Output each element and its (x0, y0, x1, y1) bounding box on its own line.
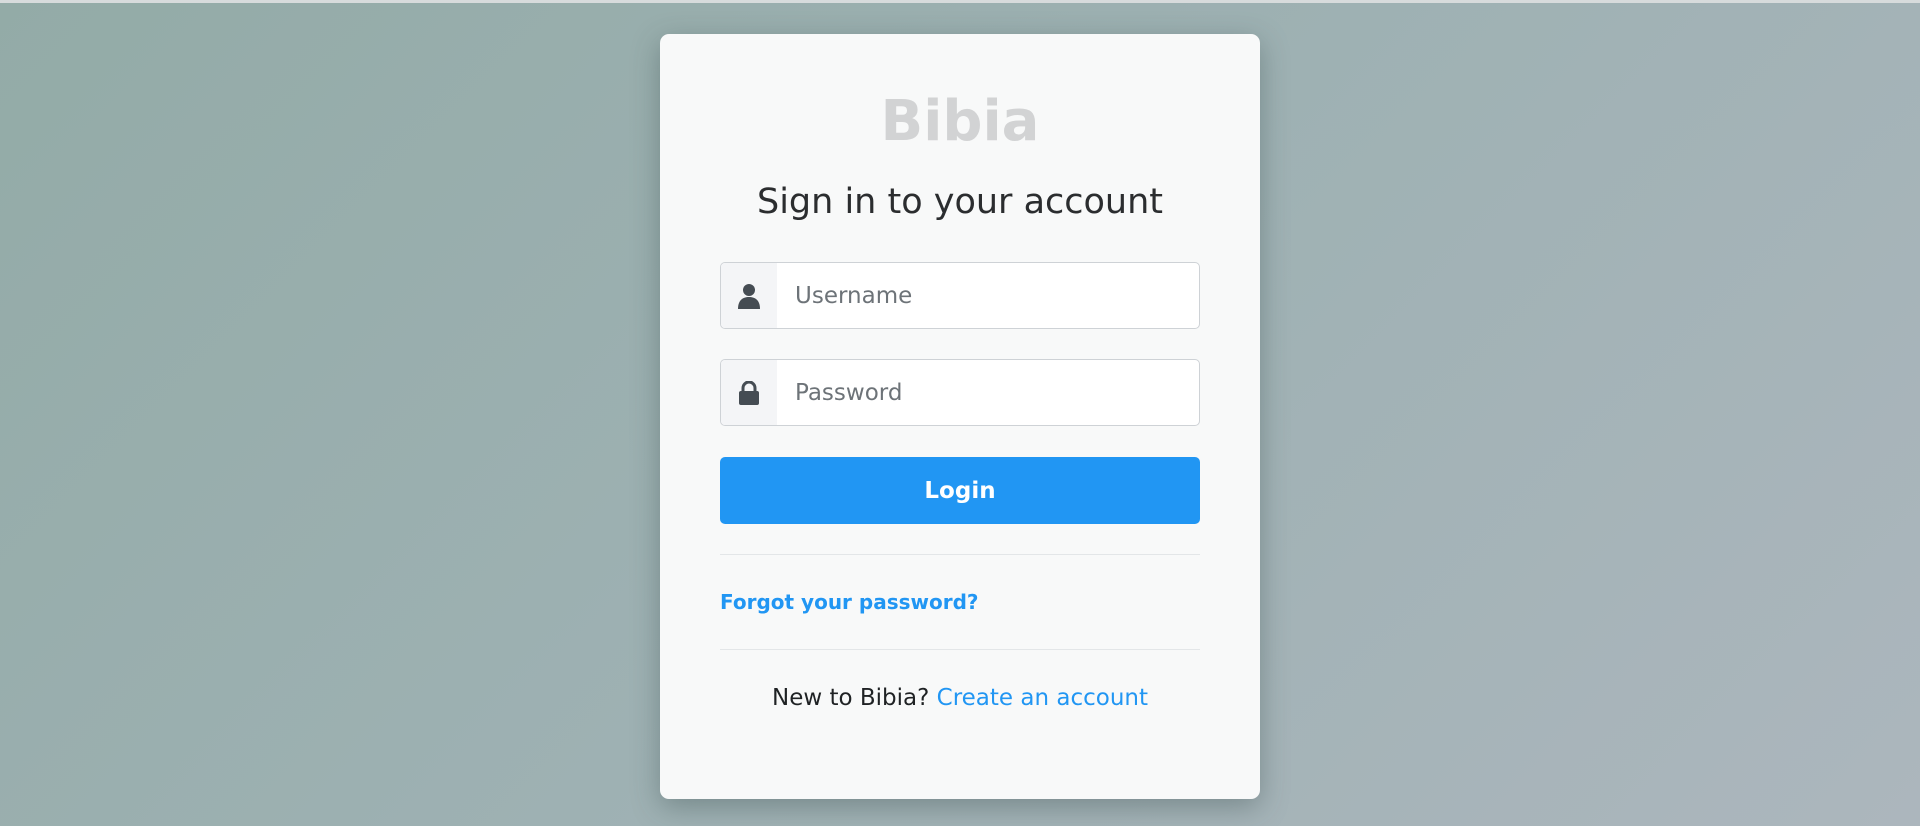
login-card: Bibia Sign in to your account Login Forg… (660, 34, 1260, 799)
lock-icon (721, 360, 777, 425)
divider (720, 649, 1200, 650)
brand-logo: Bibia (880, 89, 1040, 154)
browser-top-border (0, 0, 1920, 3)
user-icon (721, 263, 777, 328)
password-field (720, 359, 1200, 426)
divider (720, 554, 1200, 555)
forgot-password-link[interactable]: Forgot your password? (720, 590, 979, 614)
signup-prompt: New to Bibia? Create an account (660, 685, 1260, 711)
page-title: Sign in to your account (756, 182, 1164, 222)
password-input[interactable] (777, 360, 1199, 425)
signup-prompt-text: New to Bibia? (771, 685, 930, 711)
username-input[interactable] (777, 263, 1199, 328)
login-button[interactable]: Login (720, 457, 1200, 524)
username-field (720, 262, 1200, 329)
create-account-link[interactable]: Create an account (937, 685, 1148, 711)
